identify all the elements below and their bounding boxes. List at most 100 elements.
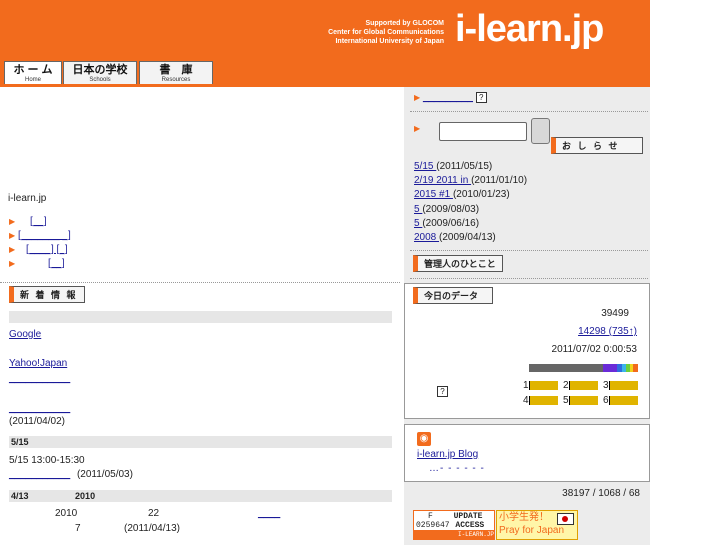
nav-link-3[interactable]: ▶ [____] [_] [9, 244, 68, 255]
divider [410, 111, 648, 112]
site-name: i-learn.jp [8, 193, 47, 204]
notice-item[interactable]: 2015 #1 (2010/01/23) [414, 189, 510, 200]
notice-link[interactable]: 2/19 2011 in [414, 175, 471, 186]
notice-date: (2009/06/16) [422, 218, 480, 229]
news-header: 新 着 情 報 [9, 286, 85, 303]
notice-link[interactable]: 2015 #1 [414, 189, 453, 200]
notice-item[interactable]: 2008 (2009/04/13) [414, 232, 496, 243]
link-google-text[interactable]: Google [9, 329, 41, 340]
news-date-3: (2011/04/13) [124, 523, 180, 534]
rss-link[interactable]: i-learn.jp Blog [417, 449, 478, 460]
tab-schools-sublabel: Schools [89, 77, 111, 83]
tab-home[interactable]: ホ ー ム Home [4, 61, 62, 84]
counter-site: I-LEARN.JP [414, 530, 494, 539]
coin-6: 6 [603, 395, 638, 406]
search-input[interactable] [439, 122, 527, 141]
notice-link[interactable]: 5/15 [414, 161, 436, 172]
arrow-icon: ▶ [9, 259, 16, 268]
japan-flag-icon [557, 513, 574, 525]
counter-value: 0259647 [416, 521, 450, 530]
support-line-1: Supported by GLOCOM [365, 20, 444, 27]
counter-access: ACCESS [455, 521, 485, 530]
help-link[interactable]: _________ [423, 92, 473, 103]
coin-2: 2 [563, 380, 598, 391]
pray-for-japan-banner[interactable]: 小学生発！ Pray for Japan [496, 510, 578, 540]
nav-link-3-text[interactable]: [____] [_] [26, 244, 68, 255]
nav-link-1[interactable]: ▶ [__] [9, 216, 47, 227]
notice-date: (2011/05/15) [436, 161, 493, 172]
notice-date: (2009/04/13) [439, 232, 496, 243]
event-line: ___________ (2011/05/03) [9, 469, 133, 480]
link-yahoo[interactable]: Yahoo!Japan [9, 358, 67, 369]
tab-schools-label: 日本の学校 [72, 64, 128, 76]
nav-link-4[interactable]: ▶ [__] [9, 258, 65, 269]
banner2-bottom: Pray for Japan [499, 525, 565, 536]
today-header: 今日のデータ [413, 287, 494, 304]
nav-link-1-text[interactable]: [__] [30, 216, 47, 227]
tab-resources-sublabel: Resources [161, 77, 191, 83]
arrow-icon: ▶ [9, 231, 16, 240]
search-button[interactable] [531, 118, 550, 144]
event-time: 5/15 13:00-15:30 [9, 455, 85, 466]
support-line-2: Center for Global Communications [328, 29, 444, 36]
num-7: 7 [75, 523, 81, 534]
access-counter-banner[interactable]: F UPDATE 0259647 ACCESS I-LEARN.JP [413, 510, 495, 540]
tab-home-label: ホ ー ム [13, 64, 53, 76]
site-logo[interactable]: i-learn.jp [455, 8, 604, 51]
nav-link-2[interactable]: ▶ [_______ _] [9, 230, 71, 241]
tab-resources[interactable]: 書 庫 Resources [139, 61, 213, 84]
support-line-3: International University of Japan [335, 38, 444, 45]
news-row-413-label: 4/13 [11, 491, 29, 501]
news-row-413-year: 2010 [75, 491, 96, 501]
link-yahoo-text[interactable]: Yahoo!Japan [9, 358, 67, 369]
rss-link-text[interactable]: i-learn.jp Blog [417, 449, 478, 460]
stats: 38197 / 1068 / 68 [562, 488, 640, 499]
arrow-icon: ▶ [9, 217, 16, 226]
tab-resources-label: 書 庫 [159, 64, 193, 76]
member-count[interactable]: 14298 (735↑) [578, 326, 637, 337]
link-4[interactable]: ___________ [9, 403, 70, 414]
divider [0, 282, 400, 283]
link-google[interactable]: Google [9, 329, 41, 340]
year-2010: 2010 [55, 508, 78, 519]
counter-label: F [428, 512, 433, 521]
notice-header: お し ら せ [551, 137, 643, 154]
notice-item[interactable]: 5 (2009/06/16) [414, 218, 479, 229]
news-row-515-label: 5/15 [11, 437, 29, 447]
help-icon[interactable]: ? [437, 386, 448, 397]
counter-update: UPDATE [453, 512, 483, 521]
rss-panel: ◉ i-learn.jp Blog …- - - - - - [404, 424, 650, 482]
tab-home-sublabel: Home [24, 77, 41, 83]
coin-3: 3 [603, 380, 638, 391]
news-row-413: 4/13 2010 [9, 490, 392, 502]
tab-schools[interactable]: 日本の学校 Schools [63, 61, 137, 84]
today-header-label: 今日のデータ [413, 287, 494, 304]
coin-4: 4 [523, 395, 558, 406]
link-3[interactable]: ___________ [9, 373, 70, 384]
notice-item[interactable]: 2/19 2011 in (2011/01/10) [414, 175, 527, 186]
event-link[interactable]: ___________ [9, 469, 70, 480]
notice-link[interactable]: 2008 [414, 232, 439, 243]
member-count-link[interactable]: 14298 (735↑) [578, 326, 637, 337]
site-header: Supported by GLOCOM Center for Global Co… [0, 0, 650, 84]
divider [410, 278, 648, 279]
usage-bar [529, 364, 638, 372]
main-content: i-learn.jp ▶ [__] ▶ [_______ _] ▶ [____]… [0, 87, 400, 545]
num-22: 22 [148, 508, 160, 519]
more-link[interactable]: …- - - - - - [429, 463, 485, 474]
link-4-text[interactable]: ___________ [9, 403, 70, 414]
news-link-3[interactable]: ____ [258, 508, 280, 519]
support-text: Supported by GLOCOM Center for Global Co… [328, 19, 444, 46]
arrow-icon: ▶ [9, 245, 16, 254]
rss-icon[interactable]: ◉ [417, 432, 431, 446]
search-row: ▶ [414, 123, 420, 134]
help-row: ▶ _________ ? [414, 92, 487, 103]
link-3-text[interactable]: ___________ [9, 373, 70, 384]
nav-link-4-text[interactable]: [__] [48, 258, 65, 269]
notice-item[interactable]: 5 (2009/08/03) [414, 204, 479, 215]
nav-link-2-text[interactable]: [_______ _] [18, 230, 71, 241]
news-row-515: 5/15 [9, 436, 392, 448]
notice-item[interactable]: 5/15 (2011/05/15) [414, 161, 492, 172]
help-icon[interactable]: ? [475, 92, 487, 103]
timestamp: 2011/07/02 0:00:53 [551, 344, 637, 355]
